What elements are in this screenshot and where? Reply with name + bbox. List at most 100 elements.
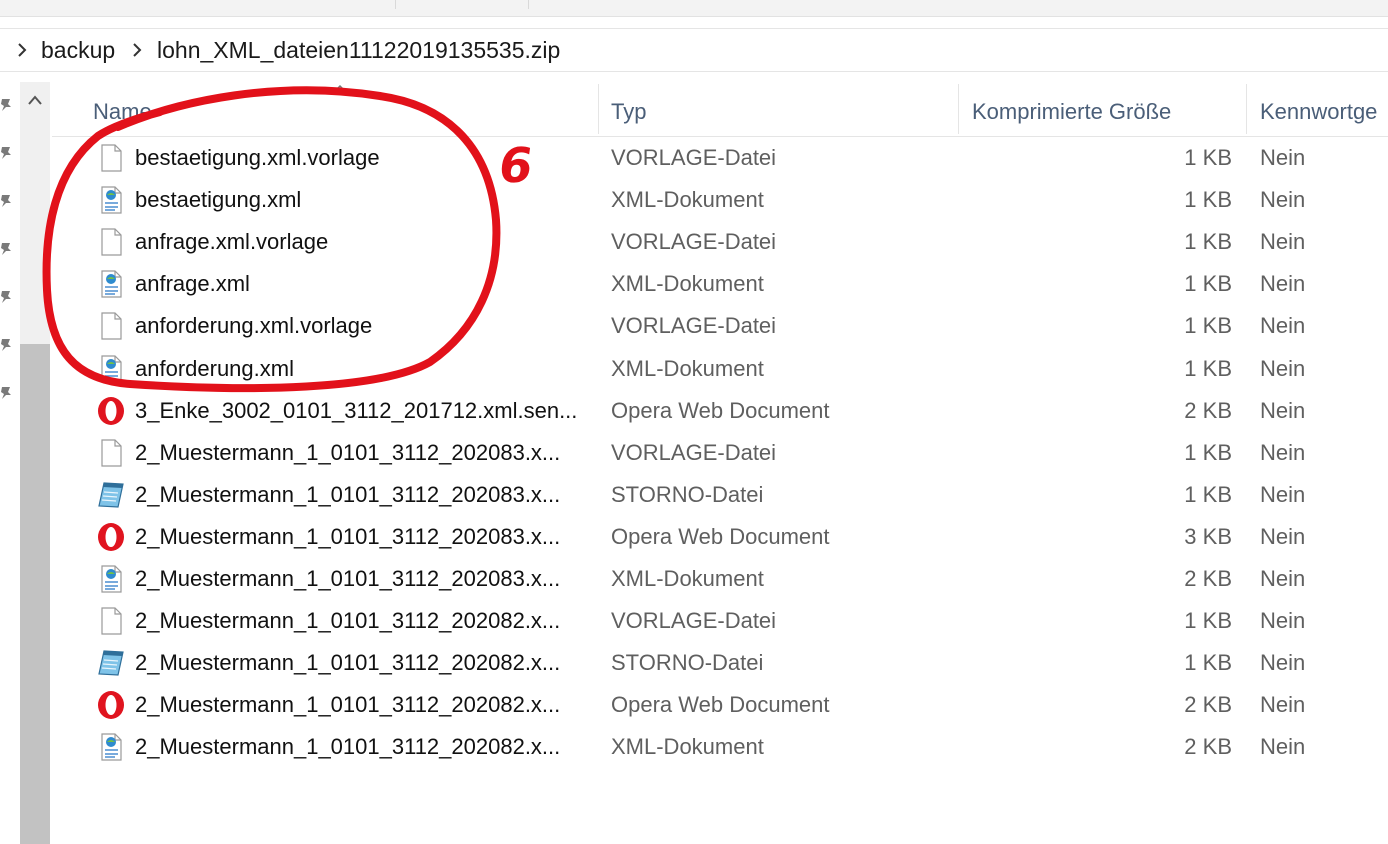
pin-icon[interactable] <box>0 290 12 304</box>
file-row[interactable]: anforderung.xml.vorlage VORLAGE-Datei 1 KB… <box>52 305 1388 347</box>
file-type: XML-Dokument <box>611 566 764 591</box>
file-size: 1 KB <box>1184 608 1232 634</box>
blank-file-icon <box>96 606 126 636</box>
pin-icon[interactable] <box>0 338 12 352</box>
pin-icon[interactable] <box>0 194 12 208</box>
file-name[interactable]: anfrage.xml.vorlage <box>135 229 580 255</box>
file-type: VORLAGE-Datei <box>611 229 777 255</box>
file-row[interactable]: 2_Muestermann_1_0101_3112_202083.x... STO… <box>52 474 1388 516</box>
blank-file-icon <box>96 227 126 257</box>
file-type: XML-Dokument <box>611 187 764 213</box>
xml-document-icon <box>96 354 126 384</box>
file-name[interactable]: anfrage.xml <box>135 271 580 297</box>
file-size: 1 KB <box>1184 313 1232 339</box>
scrollbar-thumb[interactable] <box>20 344 50 844</box>
file-password-protected: Nein <box>1260 523 1306 549</box>
column-divider[interactable] <box>958 84 959 134</box>
file-password-protected: Nein <box>1260 692 1306 718</box>
file-row[interactable]: anforderung.xml XML-Dokument 1 KB Nein <box>52 348 1388 390</box>
file-password-protected: Nein <box>1260 566 1306 591</box>
scroll-up-arrow-icon[interactable] <box>27 94 43 106</box>
file-type: Opera Web Document <box>611 692 830 718</box>
file-size: 2 KB <box>1184 692 1232 718</box>
xml-document-icon <box>96 185 126 215</box>
file-size: 1 KB <box>1184 355 1232 381</box>
breadcrumb[interactable]: backup lohn_XML_dateien11122019135535.zi… <box>0 28 1388 72</box>
file-password-protected: Nein <box>1260 439 1306 465</box>
column-header-name[interactable]: Name <box>93 99 152 125</box>
pin-icon[interactable] <box>0 98 12 112</box>
chevron-right-icon[interactable] <box>16 42 28 58</box>
file-row[interactable]: 2_Muestermann_1_0101_3112_202083.x... XML… <box>52 558 1388 600</box>
file-size: 1 KB <box>1184 650 1232 676</box>
file-size: 2 KB <box>1184 734 1232 760</box>
column-header-compressed-size[interactable]: Komprimierte Größe <box>972 99 1171 125</box>
file-name[interactable]: 2_Muestermann_1_0101_3112_202083.x... <box>135 524 580 550</box>
column-header-type[interactable]: Typ <box>611 99 646 125</box>
file-size: 1 KB <box>1184 187 1232 213</box>
pin-icon[interactable] <box>0 146 12 160</box>
file-password-protected: Nein <box>1260 397 1306 423</box>
file-type: VORLAGE-Datei <box>611 608 777 634</box>
ribbon-divider <box>395 0 396 9</box>
file-name[interactable]: 2_Muestermann_1_0101_3112_202083.x... <box>135 482 580 508</box>
breadcrumb-item-zip[interactable]: lohn_XML_dateien11122019135535.zip <box>157 37 560 63</box>
chevron-right-icon[interactable] <box>131 42 143 58</box>
file-name[interactable]: 2_Muestermann_1_0101_3112_202082.x... <box>135 650 580 676</box>
file-type: VORLAGE-Datei <box>611 313 777 339</box>
file-row[interactable]: 2_Muestermann_1_0101_3112_202082.x... VOR… <box>52 600 1388 642</box>
xml-document-icon <box>96 269 126 299</box>
file-password-protected: Nein <box>1260 355 1306 381</box>
file-type: VORLAGE-Datei <box>611 439 777 465</box>
file-row[interactable]: anfrage.xml XML-Dokument 1 KB Nein <box>52 263 1388 305</box>
file-type: STORNO-Datei <box>611 481 764 507</box>
file-size: 1 KB <box>1184 145 1232 170</box>
column-divider[interactable] <box>598 84 599 134</box>
file-name[interactable]: anforderung.xml.vorlage <box>135 313 580 339</box>
file-row[interactable]: 2_Muestermann_1_0101_3112_202082.x... XML… <box>52 726 1388 768</box>
file-name[interactable]: 2_Muestermann_1_0101_3112_202083.x... <box>135 566 580 592</box>
file-row[interactable]: 2_Muestermann_1_0101_3112_202082.x... STO… <box>52 642 1388 684</box>
file-type: XML-Dokument <box>611 271 764 297</box>
file-row[interactable]: 2_Muestermann_1_0101_3112_202082.x... Ope… <box>52 684 1388 726</box>
file-row[interactable]: 2_Muestermann_1_0101_3112_202083.x... VOR… <box>52 432 1388 474</box>
file-type: Opera Web Document <box>611 523 830 549</box>
navigation-pane[interactable] <box>0 82 20 762</box>
notepad-icon <box>96 648 126 678</box>
column-header-row: Name Typ Komprimierte Größe Kennwortge <box>52 84 1388 137</box>
ribbon-divider <box>528 0 529 9</box>
file-row[interactable]: bestaetigung.xml.vorlage VORLAGE-Datei 1 K… <box>52 137 1388 179</box>
file-row[interactable]: anfrage.xml.vorlage VORLAGE-Datei 1 KB Nein <box>52 221 1388 263</box>
pin-icon[interactable] <box>0 242 12 256</box>
file-name[interactable]: 2_Muestermann_1_0101_3112_202082.x... <box>135 608 580 634</box>
column-header-password[interactable]: Kennwortge <box>1260 99 1377 125</box>
file-password-protected: Nein <box>1260 187 1306 213</box>
opera-icon <box>96 690 126 720</box>
opera-icon <box>96 396 126 426</box>
file-row[interactable]: 3_Enke_3002_0101_3112_201712.xml.sen... O… <box>52 390 1388 432</box>
file-password-protected: Nein <box>1260 734 1306 760</box>
file-password-protected: Nein <box>1260 229 1306 255</box>
breadcrumb-item-backup[interactable]: backup <box>41 37 115 63</box>
file-password-protected: Nein <box>1260 608 1306 634</box>
column-divider[interactable] <box>1246 84 1247 134</box>
file-type: VORLAGE-Datei <box>611 145 777 170</box>
file-name[interactable]: 2_Muestermann_1_0101_3112_202082.x... <box>135 734 580 760</box>
pin-icon[interactable] <box>0 386 12 400</box>
xml-document-icon <box>96 564 126 594</box>
ribbon-strip <box>0 0 1388 17</box>
file-name[interactable]: anforderung.xml <box>135 356 580 382</box>
file-name[interactable]: 3_Enke_3002_0101_3112_201712.xml.sen... <box>135 398 580 424</box>
file-row[interactable]: bestaetigung.xml XML-Dokument 1 KB Nein <box>52 179 1388 221</box>
file-password-protected: Nein <box>1260 271 1306 297</box>
file-size: 1 KB <box>1184 439 1232 465</box>
xml-document-icon <box>96 732 126 762</box>
file-password-protected: Nein <box>1260 313 1306 339</box>
file-name[interactable]: 2_Muestermann_1_0101_3112_202082.x... <box>135 692 580 718</box>
nav-scrollbar[interactable] <box>20 82 50 844</box>
file-name[interactable]: 2_Muestermann_1_0101_3112_202083.x... <box>135 440 580 466</box>
file-row[interactable]: 2_Muestermann_1_0101_3112_202083.x... Ope… <box>52 516 1388 558</box>
sort-ascending-icon <box>333 84 347 93</box>
file-size: 2 KB <box>1184 566 1232 591</box>
file-password-protected: Nein <box>1260 481 1306 507</box>
